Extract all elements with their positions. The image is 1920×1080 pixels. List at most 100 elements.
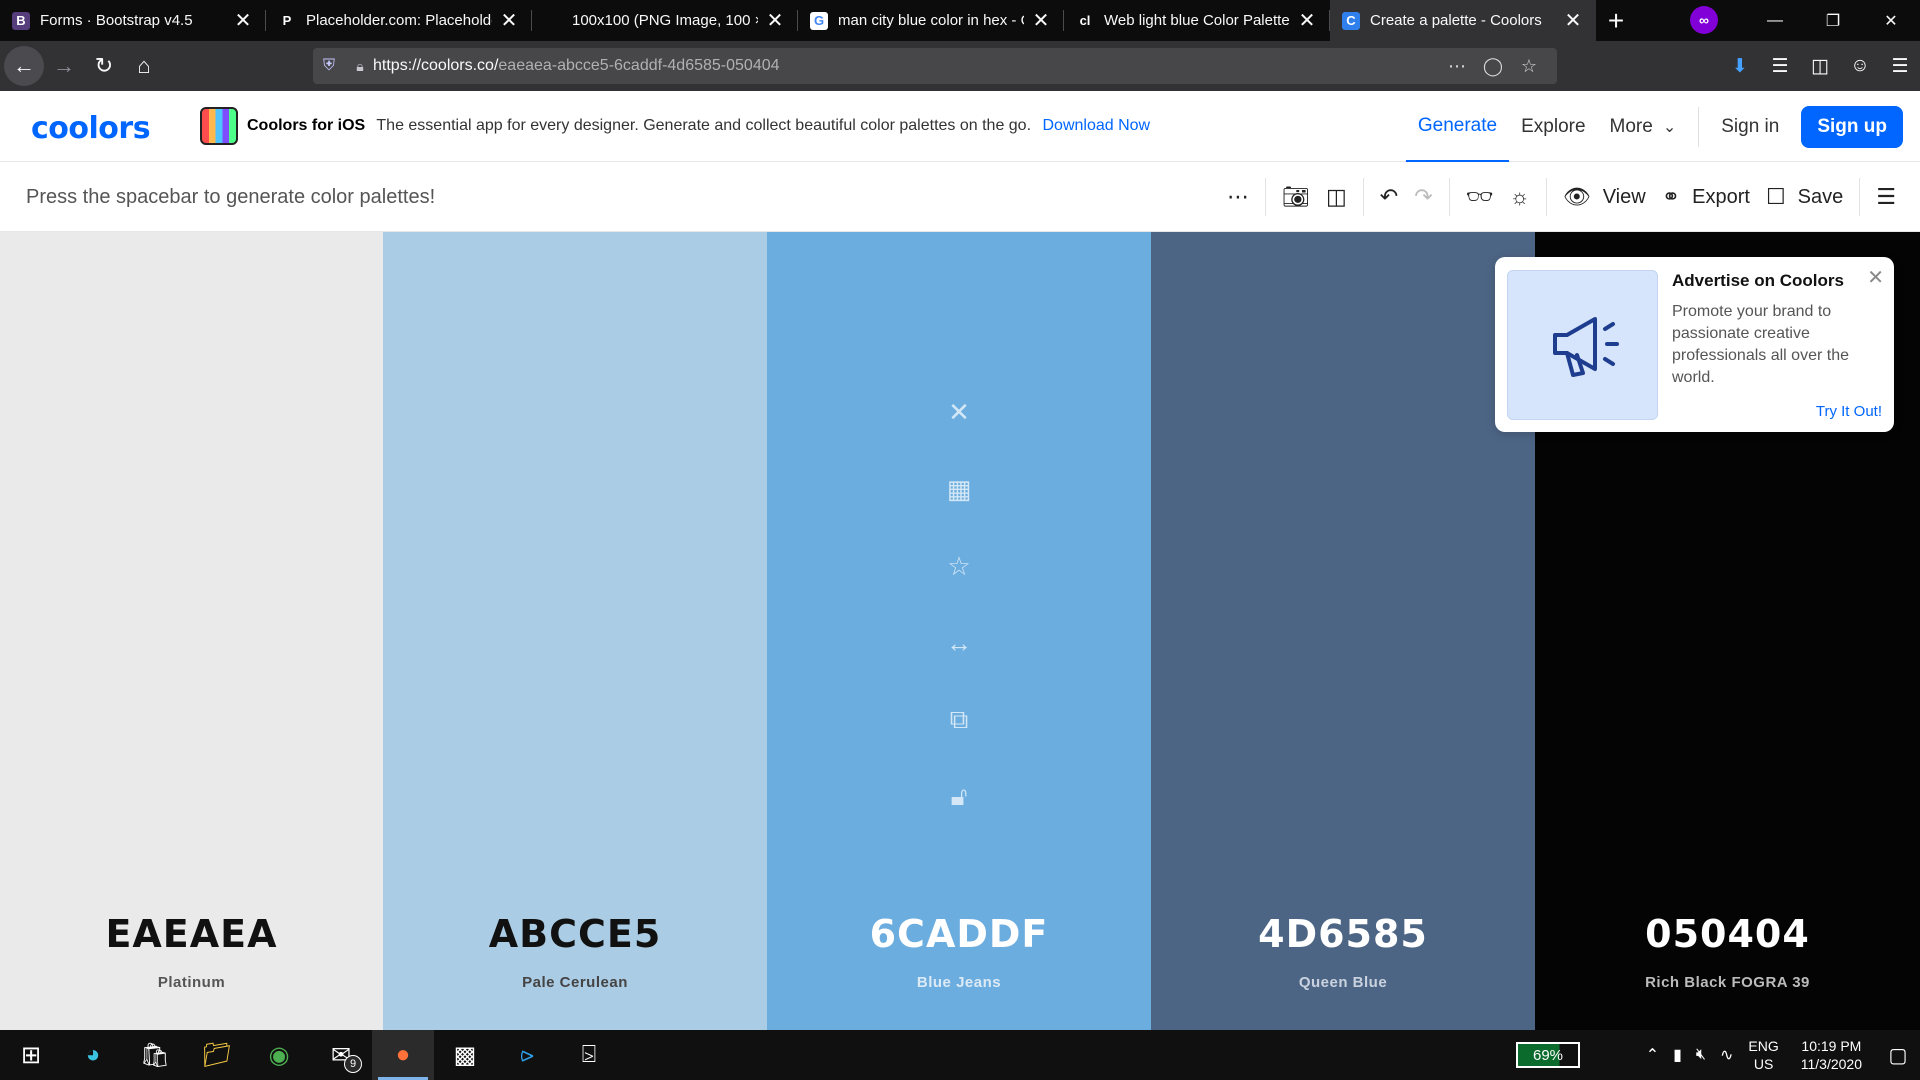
color-swatch[interactable]: 4D6585 Queen Blue [1151,232,1535,1030]
restore-button[interactable]: ❐ [1804,0,1862,41]
color-hex-code[interactable]: 050404 [1535,912,1920,956]
lock-icon[interactable]: 🔒︎ [347,58,373,75]
close-tab-icon[interactable]: ✕ [232,10,254,32]
firefox-icon: ● [395,1041,411,1068]
new-tab-button[interactable]: + [1596,0,1636,41]
color-hex-code[interactable]: 6CADDF [767,912,1151,956]
color-hex-code[interactable]: EAEAEA [0,912,383,956]
sidebar-icon[interactable]: ◫ [1800,55,1840,78]
browser-tab[interactable]: B Forms · Bootstrap v4.5 ✕ [0,0,266,41]
ad-title: Advertise on Coolors [1672,271,1844,290]
coolors-logo[interactable]: coolors [31,111,151,146]
download-now-link[interactable]: Download Now [1042,117,1150,134]
notifications-icon[interactable]: ▢ [1876,1043,1920,1068]
tab-title: Web light blue Color Palette [1104,12,1290,29]
language-indicator[interactable]: ENG US [1740,1037,1786,1073]
drag-arrows-icon[interactable]: ↔ [939,623,979,663]
copy-icon[interactable]: ⧉ [939,700,979,740]
save-button[interactable]: ☐ Save [1758,162,1851,232]
language-code: ENG [1748,1038,1779,1054]
terminal-icon: ▩ [453,1041,477,1069]
taskbar-terminal[interactable]: ▩ [434,1030,496,1080]
none [544,11,562,30]
site-icon: cl [1076,11,1094,30]
nav-generate[interactable]: Generate [1405,91,1510,162]
view-label: View [1602,185,1646,208]
color-hex-code[interactable]: 4D6585 [1151,912,1535,956]
battery-icon[interactable]: ▮ [1666,1045,1689,1065]
taskbar-vscode[interactable]: ⪧ [496,1030,558,1080]
minimize-button[interactable]: — [1746,0,1804,41]
sign-up-button[interactable]: Sign up [1801,105,1903,148]
close-window-button[interactable]: ✕ [1862,0,1920,41]
start-button[interactable]: ⊞ [0,1030,62,1080]
browser-nav-bar: ← → ↻ ⌂ ⛨ 🔒︎ https://coolors.co/eaeaea-a… [0,41,1920,91]
close-tab-icon[interactable]: ✕ [1562,10,1584,32]
try-it-out-link[interactable]: Try It Out! [1816,403,1882,420]
back-button[interactable]: ← [4,46,44,86]
view-button[interactable]: 👁︎ View [1555,162,1654,232]
browser-tab-bar: B Forms · Bootstrap v4.5 ✕ P Placeholder.com… [0,0,1920,41]
browser-tab[interactable]: Gman city blue color in hex - G ✕ [798,0,1064,41]
taskbar-app[interactable]: ⍄ [558,1030,620,1080]
color-swatch[interactable]: ABCCE5 Pale Cerulean [383,232,767,1030]
adjust-palette-button[interactable]: ☼ [1502,162,1538,232]
close-tab-icon[interactable]: ✕ [1030,10,1052,32]
show-hidden-icons-icon[interactable]: ⌃ [1639,1045,1666,1065]
close-tab-icon[interactable]: ✕ [764,10,786,32]
home-button[interactable]: ⌂ [124,46,164,86]
wifi-icon[interactable]: ∿ [1713,1045,1740,1065]
account-icon[interactable]: ☺ [1840,55,1880,77]
browser-tab[interactable]: P Placeholder.com: Placeholde ✕ [266,0,532,41]
color-swatch[interactable]: ✕ ▦ ☆ ↔ ⧉ 🔓︎ 6CADDF Blue Jeans [767,232,1151,1030]
taskbar-firefox[interactable]: ● [372,1030,434,1080]
downloads-icon[interactable]: ⬇ [1720,55,1760,78]
tracking-shield-icon[interactable]: ⛨ [323,57,347,75]
image-picker-button[interactable]: 📷︎ [1274,162,1318,232]
taskbar-chrome[interactable]: ◉ [248,1030,310,1080]
close-ad-icon[interactable]: ✕ [1867,265,1884,290]
promo-description: The essential app for every designer. Ge… [376,117,1032,134]
library-icon[interactable]: ☰ [1760,55,1800,78]
url-text[interactable]: https://coolors.co/eaeaea-abcce5-6caddf-… [373,57,1439,75]
bookmark-star-icon[interactable]: ☆ [1511,56,1547,77]
reload-button[interactable]: ↻ [84,46,124,86]
color-blindness-button[interactable]: 👓︎ [1458,162,1502,232]
browser-tab[interactable]: cl Web light blue Color Palette ✕ [1064,0,1330,41]
pocket-icon[interactable]: ◯ [1475,56,1511,77]
more-options-button[interactable]: ⋯ [1219,162,1257,232]
taskbar-edge[interactable]: ◕ [62,1030,124,1080]
nav-more[interactable]: More ⌄ [1598,91,1689,162]
battery-indicator[interactable]: 69% [1516,1042,1580,1068]
browser-tab[interactable]: 100x100 (PNG Image, 100 × 100 p ✕ [532,0,798,41]
glasses-icon: 👓︎ [1465,184,1494,209]
windows-taskbar: ⊞ ◕ 🛍︎ 📁︎ ◉ ✉ 9 ● ▩ ⪧ ⍄ 69% ⌃ ▮ 🔇︎ ∿ ENG U… [0,1030,1920,1080]
browser-tab[interactable]: C Create a palette - Coolors ✕ [1330,0,1596,41]
nav-explore[interactable]: Explore [1509,91,1597,162]
app-menu-icon[interactable]: ☰ [1880,55,1920,78]
hamburger-menu-button[interactable]: ☰ [1868,162,1904,232]
color-swatch[interactable]: EAEAEA Platinum [0,232,383,1030]
shades-grid-icon[interactable]: ▦ [939,469,979,509]
page-actions-icon[interactable]: ⋯ [1439,56,1475,77]
taskbar-mail[interactable]: ✉ 9 [310,1030,372,1080]
close-tab-icon[interactable]: ✕ [1296,10,1318,32]
favorite-star-icon[interactable]: ☆ [939,546,979,586]
clock[interactable]: 10:19 PM 11/3/2020 [1787,1037,1876,1073]
toggle-layout-button[interactable]: ◫ [1318,162,1355,232]
google-icon: G [810,11,828,30]
volume-muted-icon[interactable]: 🔇︎ [1689,1046,1713,1064]
sign-in-link[interactable]: Sign in [1709,91,1791,162]
export-button[interactable]: ⚭ Export [1654,162,1758,232]
close-tab-icon[interactable]: ✕ [498,10,520,32]
undo-button[interactable]: ↶ [1372,162,1406,232]
address-bar[interactable]: ⛨ 🔒︎ https://coolors.co/eaeaea-abcce5-6c… [313,48,1557,84]
lock-icon[interactable]: 🔓︎ [939,777,979,817]
taskbar-explorer[interactable]: 📁︎ [186,1030,248,1080]
redo-button[interactable]: ↷ [1406,162,1440,232]
close-icon[interactable]: ✕ [939,392,979,432]
taskbar-store[interactable]: 🛍︎ [124,1030,186,1080]
color-hex-code[interactable]: ABCCE5 [383,912,767,956]
forward-button[interactable]: → [44,46,84,86]
system-tray: ⌃ ▮ 🔇︎ ∿ ENG US 10:19 PM 11/3/2020 ▢ [1639,1030,1920,1080]
